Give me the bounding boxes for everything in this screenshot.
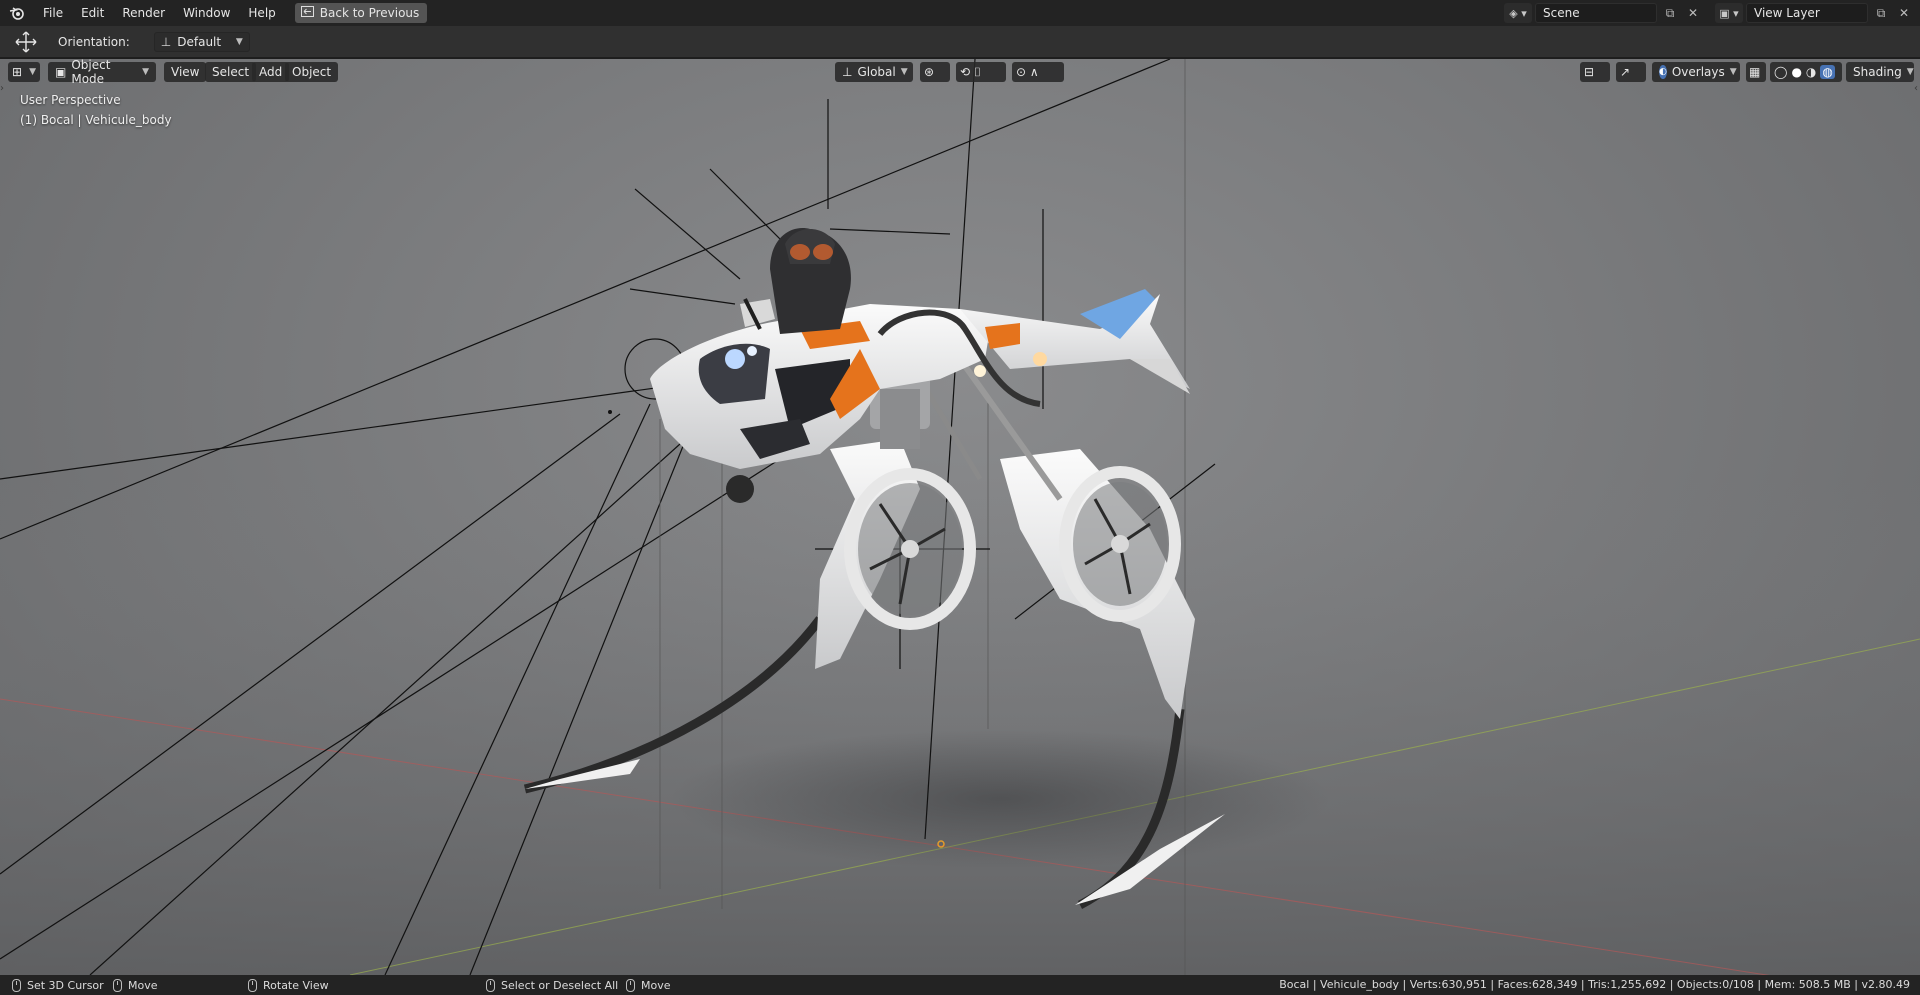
scene-statistics: Bocal | Vehicule_body | Verts:630,951 | …: [1279, 978, 1910, 991]
hint-rotate-view: Rotate View: [248, 978, 329, 992]
scene-name-field[interactable]: Scene: [1535, 3, 1657, 23]
viewport-scene: [0, 59, 1920, 975]
scene-icon: ◈ ▾: [1509, 6, 1527, 20]
viewport-menu-select[interactable]: Select: [205, 62, 257, 82]
mouse-middle-icon: [248, 978, 257, 992]
delete-scene-icon[interactable]: ✕: [1683, 3, 1703, 23]
status-bar: Set 3D Cursor Move Rotate View Select or…: [0, 975, 1920, 995]
back-to-previous-label: Back to Previous: [319, 6, 420, 20]
back-to-previous-button[interactable]: Back to Previous: [294, 3, 428, 23]
solid-shading-icon[interactable]: ●: [1791, 65, 1801, 79]
hint-move-2: Move: [626, 978, 671, 992]
menu-file[interactable]: File: [34, 0, 72, 26]
workspace-selectors: ◈ ▾ Scene ⧉ ✕ ▣ ▾ View Layer ⧉ ✕: [1504, 0, 1920, 26]
hint-move: Move: [113, 978, 158, 992]
object-mode-dropdown[interactable]: ▣ Object Mode ▼: [48, 59, 156, 86]
editor-type-button[interactable]: ⊞ ▼: [8, 62, 40, 82]
viewport-menu-add[interactable]: Add: [252, 62, 290, 82]
pivot-icon: ⊛: [924, 65, 935, 79]
transform-orientation-label: Global: [857, 65, 896, 79]
tool-settings-bar: Orientation: ⊥ Default ▼: [0, 26, 1920, 58]
snap-magnet-icon: ⟲ ⌷: [960, 64, 982, 79]
viewport-menu-object[interactable]: Object: [285, 62, 339, 82]
object-mode-icon: ▣: [55, 65, 67, 79]
overlays-icon: ◐: [1659, 65, 1667, 79]
top-menu-bar: File Edit Render Window Help Back to Pre…: [0, 0, 1920, 26]
scene-selector: ◈ ▾ Scene ⧉ ✕: [1504, 3, 1703, 23]
object-mode-label: Object Mode: [71, 59, 111, 86]
new-view-layer-icon[interactable]: ⧉: [1871, 3, 1891, 23]
xray-toggle-button[interactable]: ▦: [1746, 62, 1766, 82]
shading-label: Shading: [1853, 65, 1902, 79]
orientation-dropdown[interactable]: ⊥ Default ▼: [153, 31, 250, 52]
chevron-down-icon: ▼: [142, 67, 149, 77]
scene-browse-button[interactable]: ◈ ▾: [1504, 3, 1532, 23]
view-layer-selector: ▣ ▾ View Layer ⧉ ✕: [1715, 3, 1914, 23]
new-scene-icon[interactable]: ⧉: [1660, 3, 1680, 23]
chevron-down-icon: ▼: [235, 36, 243, 47]
orientation-label: Orientation:: [58, 34, 130, 49]
shading-dropdown[interactable]: Shading ▼: [1846, 62, 1914, 82]
delete-view-layer-icon[interactable]: ✕: [1894, 3, 1914, 23]
object-types-icon: ⊟: [1584, 65, 1595, 79]
transform-orientation-dropdown[interactable]: ⊥ Global ▼: [835, 62, 913, 82]
active-object-label: (1) Bocal | Vehicule_body: [20, 113, 172, 127]
engine-piston: [880, 389, 920, 449]
toolbar-expand-arrow-icon[interactable]: ›: [0, 83, 4, 94]
chevron-down-icon: ▼: [29, 67, 36, 77]
proportional-edit-icon: ⊙ ∧: [1016, 65, 1039, 79]
material-shading-icon[interactable]: ◑: [1806, 65, 1816, 79]
mouse-drag-icon: [626, 978, 635, 992]
sidebar-expand-arrow-icon[interactable]: ‹: [1914, 83, 1918, 94]
menu-edit[interactable]: Edit: [72, 0, 113, 26]
view-layer-name-field[interactable]: View Layer: [1746, 3, 1868, 23]
overlays-dropdown[interactable]: ◐ Overlays ▼: [1652, 62, 1740, 82]
pivot-point-button[interactable]: ⊛: [920, 62, 950, 82]
shading-mode-buttons: ◯ ● ◑ ◍: [1770, 62, 1842, 82]
menu-help[interactable]: Help: [239, 0, 284, 26]
lamp-point: [608, 410, 612, 414]
hint-set-3d-cursor: Set 3D Cursor: [12, 978, 104, 992]
orientation-axis-icon: ⊥: [160, 34, 172, 49]
viewport-header: ⊞ ▼ ▣ Object Mode ▼ View Select Add Objec…: [0, 59, 1920, 86]
rendered-shading-icon[interactable]: ◍: [1820, 65, 1835, 79]
viewport-editor-icon: ⊞: [12, 65, 23, 79]
hint-label: Move: [128, 978, 158, 992]
proportional-editing-button[interactable]: ⊙ ∧: [1012, 62, 1064, 82]
perspective-label: User Perspective: [20, 93, 121, 107]
viewport-menu-view[interactable]: View: [164, 62, 207, 82]
hint-label: Set 3D Cursor: [27, 978, 104, 992]
chevron-down-icon: ▼: [1906, 67, 1914, 77]
move-tool-icon[interactable]: [0, 26, 52, 58]
screen-back-icon: [300, 6, 314, 20]
ground-shadow: [670, 729, 1330, 869]
hint-label: Select or Deselect All: [501, 978, 619, 992]
global-axis-icon: ⊥: [842, 65, 853, 79]
blender-logo-icon[interactable]: [0, 0, 34, 26]
chevron-down-icon: ▼: [1729, 67, 1737, 77]
mouse-left-icon: [12, 978, 21, 992]
wireframe-shading-icon[interactable]: ◯: [1774, 65, 1787, 79]
gizmo-button[interactable]: ↗: [1616, 62, 1646, 82]
pilot-character: [740, 228, 851, 334]
snapping-button[interactable]: ⟲ ⌷: [956, 62, 1006, 82]
chevron-down-icon: ▼: [900, 67, 908, 77]
orientation-value: Default: [177, 34, 222, 49]
menu-render[interactable]: Render: [113, 0, 174, 26]
hint-label: Rotate View: [263, 978, 329, 992]
mouse-right-icon: [486, 978, 495, 992]
hint-select-deselect-all: Select or Deselect All: [486, 978, 619, 992]
view-object-types-button[interactable]: ⊟: [1580, 62, 1610, 82]
view-layer-browse-button[interactable]: ▣ ▾: [1715, 3, 1743, 23]
view-layer-icon: ▣ ▾: [1719, 6, 1739, 20]
menu-window[interactable]: Window: [174, 0, 239, 26]
xray-icon: ▦: [1749, 65, 1761, 79]
mouse-drag-icon: [113, 978, 122, 992]
hint-label: Move: [641, 978, 671, 992]
overlays-label: Overlays: [1671, 65, 1725, 79]
gizmo-icon: ↗: [1620, 65, 1631, 79]
3d-viewport[interactable]: ⊞ ▼ ▣ Object Mode ▼ View Select Add Objec…: [0, 59, 1920, 975]
